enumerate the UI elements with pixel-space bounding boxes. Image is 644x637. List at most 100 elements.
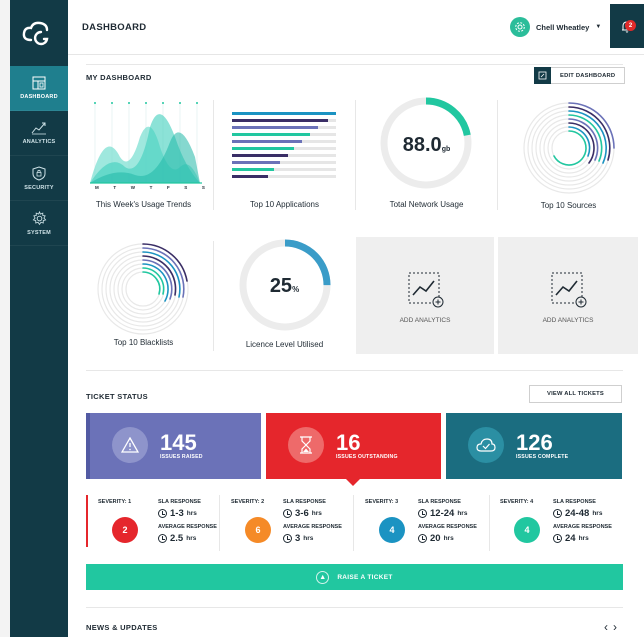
tile-label: ADD ANALYTICS [542, 317, 594, 324]
tile-top-blacklists[interactable]: Top 10 Blacklists [73, 237, 214, 375]
sidebar-item-system[interactable]: SYSTEM [10, 201, 68, 246]
tile-add-analytics-2[interactable]: ADD ANALYTICS [498, 237, 638, 354]
severity-2[interactable]: SEVERITY: 2 6 SLA RESPONSE 3-6 hrs AVERAG… [231, 495, 361, 557]
day-labels: M T W T F S S [95, 185, 205, 190]
sla-heading: SLA RESPONSE [283, 499, 326, 505]
user-name: Chell Wheatley [536, 22, 590, 32]
gear-icon [32, 210, 46, 225]
day-label: S [201, 185, 205, 190]
day-label: F [166, 185, 170, 190]
sla-number: 1-3 [170, 508, 184, 519]
edit-dashboard-label: EDIT DASHBOARD [551, 67, 626, 84]
avg-number: 24 [565, 533, 576, 544]
notifications-button[interactable]: 2 [610, 4, 644, 48]
add-analytics-icon [551, 272, 587, 308]
divider [86, 607, 623, 608]
avg-number: 2.5 [170, 533, 184, 544]
warning-icon [121, 437, 139, 453]
licence-value: 25% [214, 275, 355, 298]
unit: hrs [457, 510, 468, 517]
day-label: M [95, 185, 99, 190]
avg-heading: AVERAGE RESPONSE [418, 524, 477, 530]
news-title: NEWS & UPDATES [86, 623, 158, 632]
card-issues-outstanding[interactable]: 16 ISSUES OUTSTANDING [266, 413, 441, 486]
card-issues-complete[interactable]: 126 ISSUES COMPLETE [446, 413, 622, 479]
network-usage-value: 88.0gb [356, 134, 497, 157]
cloud-circle [468, 427, 504, 463]
unit: hrs [311, 510, 322, 517]
unit: hrs [443, 535, 454, 542]
divider [86, 370, 623, 371]
clock-icon [418, 534, 427, 543]
avg-heading: AVERAGE RESPONSE [283, 524, 342, 530]
tile-label: Top 10 Blacklists [113, 338, 174, 347]
avg-heading: AVERAGE RESPONSE [553, 524, 612, 530]
day-label: T [149, 185, 153, 190]
severity-4[interactable]: SEVERITY: 4 4 SLA RESPONSE 24-48 hrs AVER… [500, 495, 625, 557]
edit-dashboard-button[interactable]: EDIT DASHBOARD [534, 67, 626, 84]
severity-3[interactable]: SEVERITY: 3 4 SLA RESPONSE 12-24 hrs AVER… [365, 495, 495, 557]
issues-outstanding-count: 16 [336, 430, 361, 455]
tile-network-usage[interactable]: 88.0gb Total Network Usage [356, 92, 497, 230]
issues-raised-label: ISSUES RAISED [160, 454, 203, 460]
divider [86, 64, 623, 65]
sla-number: 12-24 [430, 508, 455, 519]
ticket-icon: ▲ [316, 570, 330, 584]
avg-value: 3 hrs [283, 533, 313, 544]
raise-ticket-button[interactable]: ▲ RAISE A TICKET [86, 564, 623, 590]
sla-value: 3-6 hrs [283, 508, 322, 519]
sidebar-item-label: SECURITY [24, 184, 54, 191]
hourglass-icon [300, 436, 312, 454]
chevron-left-icon[interactable]: ‹ [604, 620, 613, 634]
notification-badge: 2 [625, 20, 636, 31]
severity-accent [86, 495, 88, 547]
severity-1[interactable]: SEVERITY: 1 2 SLA RESPONSE 1-3 hrs AVERAG… [98, 495, 228, 557]
top-bar: DASHBOARD Chell Wheatley ▼ 2 [68, 0, 644, 55]
sidebar-item-dashboard[interactable]: DASHBOARD [10, 66, 73, 111]
tile-label: This Week's Usage Trends [95, 200, 192, 209]
card-issues-raised[interactable]: 145 ISSUES RAISED [86, 413, 261, 479]
raise-ticket-label: RAISE A TICKET [337, 573, 393, 581]
day-label: S [184, 185, 188, 190]
avg-number: 3 [295, 533, 301, 544]
sidebar-item-label: ANALYTICS [22, 139, 56, 145]
avg-value: 24 hrs [553, 533, 589, 544]
view-all-tickets-button[interactable]: VIEW ALL TICKETS [529, 385, 622, 403]
edit-icon [534, 67, 551, 84]
severity-label: SEVERITY: 1 [98, 499, 132, 505]
clock-icon [418, 509, 427, 518]
top-blacklists-radial [97, 243, 189, 335]
unit: hrs [186, 510, 197, 517]
tile-usage-trends[interactable]: M T W T F S S This Week's Usage Trends [73, 92, 214, 230]
chevron-right-icon[interactable]: › [613, 620, 622, 634]
severity-label: SEVERITY: 4 [500, 499, 534, 505]
clock-icon [553, 509, 562, 518]
severity-label: SEVERITY: 3 [365, 499, 399, 505]
dashboard-icon [32, 76, 46, 90]
sidebar-item-analytics[interactable]: ANALYTICS [10, 111, 68, 156]
divider [353, 495, 354, 551]
usage-trends-chart [90, 102, 202, 184]
tile-top-sources[interactable]: Top 10 Sources [498, 92, 639, 230]
severity-count: 6 [245, 517, 271, 543]
tile-label: Licence Level Utilised [245, 340, 324, 349]
tile-licence-level[interactable]: 25% Licence Level Utilised [214, 237, 355, 375]
cloud-check-icon [476, 438, 496, 452]
usage-unit: gb [441, 146, 451, 153]
tile-top-applications[interactable]: Top 10 Applications [214, 92, 355, 230]
issues-complete-count: 126 [516, 430, 553, 455]
sidebar: DASHBOARD ANALYTICS SECURITY SYSTEM [10, 0, 73, 637]
day-label: T [113, 185, 117, 190]
hourglass-circle [288, 427, 324, 463]
clock-icon [283, 509, 292, 518]
severity-label: SEVERITY: 2 [231, 499, 265, 505]
news-pager: ‹› [604, 620, 622, 634]
sidebar-item-security[interactable]: SECURITY [10, 156, 68, 201]
issues-complete-label: ISSUES COMPLETE [516, 454, 569, 460]
tile-label: Top 10 Applications [250, 200, 319, 209]
app-logo[interactable] [10, 0, 68, 66]
tile-add-analytics-1[interactable]: ADD ANALYTICS [356, 237, 494, 354]
sla-heading: SLA RESPONSE [553, 499, 596, 505]
sla-heading: SLA RESPONSE [418, 499, 461, 505]
user-menu[interactable]: Chell Wheatley ▼ [510, 17, 601, 37]
